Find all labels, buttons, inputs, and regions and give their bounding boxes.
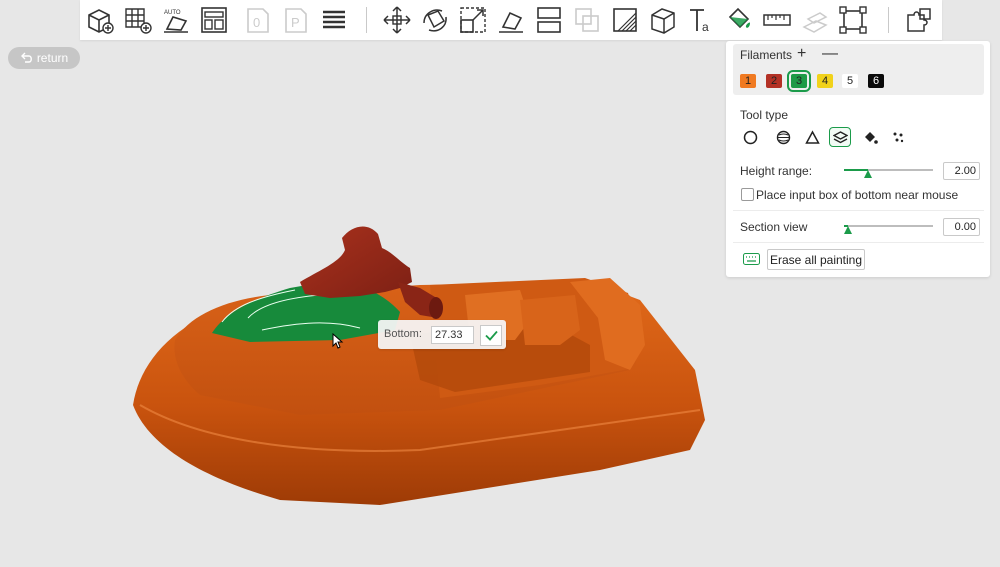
mouse-cursor-icon [332,333,344,349]
rotate-button[interactable] [418,3,452,37]
scale-button[interactable] [456,3,490,37]
bottom-near-mouse-label: Place input box of bottom near mouse [756,188,959,202]
toolbar-separator [888,7,889,33]
puzzle-icon [907,8,931,32]
support-paint-icon [613,8,637,32]
scale-icon [460,7,486,33]
filament-swatch-2[interactable]: 2 [766,74,782,88]
color-paint-button[interactable] [722,3,756,37]
height-range-tool-button[interactable] [829,127,851,147]
sphere-tool-icon [776,130,790,144]
slice-plate-button[interactable]: 0 [241,3,275,37]
fill-tool-icon [864,131,878,144]
seam-cube-icon [651,8,675,34]
triangle-tool-icon [804,129,820,144]
remove-filament-button[interactable]: — [822,45,838,63]
variable-layer-button[interactable] [902,3,936,37]
section-view-label: Section view [740,220,808,234]
height-range-label: Height range: [740,164,813,178]
circle-tool-icon [743,130,757,144]
bottom-height-popup: Bottom: 27.33 [378,320,506,349]
return-label: return [36,51,69,65]
layers-icon [323,10,345,29]
plate-p-button[interactable]: P [279,3,313,37]
toolbar-separator [366,7,367,33]
sphere-tool-button[interactable] [773,128,793,146]
plate-p-icon: P [285,8,307,33]
auto-orient-icon: AUTO [164,10,188,33]
bottom-height-input[interactable]: 27.33 [431,326,474,344]
simplify-button[interactable] [836,3,870,37]
cut-button[interactable] [532,3,566,37]
lay-on-face-icon [499,11,523,33]
boolean-icon [575,8,599,32]
color-paint-panel: Filaments + — 123456 Tool type Height ra… [726,41,990,277]
frame-icon [839,6,867,34]
add-object-button[interactable] [83,3,117,37]
section-view-slider-thumb[interactable] [844,226,852,234]
filament-swatch-5[interactable]: 5 [842,74,858,88]
assembly-button[interactable] [798,3,832,37]
filament-swatch-1[interactable]: 1 [740,74,756,88]
auto-orient-button[interactable]: AUTO [159,3,193,37]
svg-text:a: a [702,20,709,34]
section-view-slider[interactable] [844,225,933,227]
gap-fill-tool-icon [893,132,903,142]
text-icon: a [690,9,709,34]
erase-all-painting-button[interactable]: Erase all painting [767,249,865,270]
boolean-button[interactable] [570,3,604,37]
cut-icon [537,7,561,33]
filament-swatch-6[interactable]: 6 [868,74,884,88]
paint-bucket-icon [728,7,750,29]
return-button[interactable]: return [8,47,80,69]
keyboard-icon[interactable] [743,253,760,265]
filament-swatch-4[interactable]: 4 [817,74,833,88]
plate-0-icon: 0 [247,8,269,33]
ruler-icon [763,14,791,26]
section-view-input[interactable]: 0.00 [943,218,980,236]
add-filament-button[interactable]: + [797,45,806,63]
height-range-input[interactable]: 2.00 [943,162,980,180]
circle-tool-button[interactable] [740,128,760,146]
measure-button[interactable] [760,3,794,37]
add-plate-button[interactable] [121,3,155,37]
svg-text:0: 0 [253,15,260,30]
tool-type-label: Tool type [740,108,789,122]
rotate-icon [423,9,447,32]
move-icon [383,6,411,34]
panel-divider [733,242,984,243]
fill-tool-button[interactable] [860,128,880,146]
cube-plus-icon [88,9,114,34]
filament-swatch-3[interactable]: 3 [787,70,811,92]
bottom-near-mouse-checkbox[interactable] [741,188,754,201]
text-button[interactable]: a [684,3,718,37]
seam-paint-button[interactable] [646,3,680,37]
lay-on-face-button[interactable] [494,3,528,37]
filaments-title: Filaments [740,48,793,62]
gap-fill-tool-button[interactable] [888,128,908,146]
return-arrow-icon [20,52,32,63]
height-range-slider-thumb[interactable] [864,170,872,178]
panel-divider [733,210,984,211]
triangle-tool-button[interactable] [802,128,822,146]
assembly-icon [802,12,828,33]
arrange-icon [201,7,227,33]
bottom-label: Bottom: [384,328,422,340]
handlebar [300,226,412,298]
confirm-button[interactable] [480,325,502,346]
move-button[interactable] [380,3,414,37]
checkmark-icon [484,330,498,341]
svg-text:AUTO: AUTO [164,10,181,16]
svg-text:P: P [291,15,300,30]
layers-button[interactable] [317,3,351,37]
filaments-section: Filaments + — 123456 [733,44,984,95]
main-toolbar: AUTO 0 P a [80,0,942,40]
grid-plus-icon [125,8,152,34]
support-paint-button[interactable] [608,3,642,37]
height-range-tool-icon [832,130,848,143]
arrange-button[interactable] [197,3,231,37]
